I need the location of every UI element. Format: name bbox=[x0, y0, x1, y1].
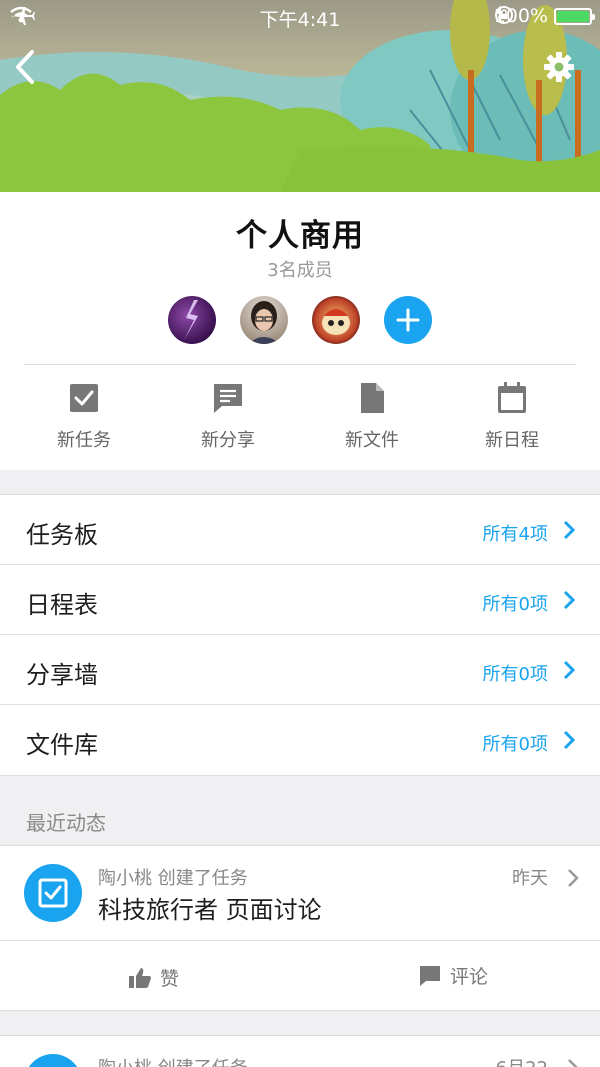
back-button[interactable] bbox=[8, 46, 44, 88]
avatar[interactable] bbox=[168, 296, 216, 344]
new-share-label: 新分享 bbox=[201, 430, 255, 451]
list-item-count: 所有0项 bbox=[482, 734, 548, 755]
list-item-label: 文件库 bbox=[26, 731, 98, 759]
lightning-image bbox=[184, 300, 198, 340]
list-item-label: 日程表 bbox=[26, 591, 98, 619]
new-task-label: 新任务 bbox=[57, 430, 111, 451]
list-item-count: 所有0项 bbox=[482, 664, 548, 685]
chevron-right-icon bbox=[568, 869, 579, 887]
add-member-button[interactable] bbox=[384, 296, 432, 344]
recent-activity-heading: 最近动态 bbox=[26, 811, 106, 835]
like-label: 赞 bbox=[160, 968, 180, 990]
task-check-icon bbox=[70, 384, 98, 412]
group-info-panel: 个人商用 3名成员 新任务 新分享 新文件 新日程 bbox=[0, 192, 600, 470]
task-badge bbox=[24, 864, 82, 922]
back-arrow-icon bbox=[16, 50, 34, 84]
like-button[interactable]: 赞 bbox=[128, 964, 179, 991]
comment-icon bbox=[420, 965, 440, 986]
chevron-right-icon bbox=[568, 1059, 578, 1067]
task-check-icon bbox=[38, 878, 68, 908]
member-count: 3名成员 bbox=[267, 260, 333, 281]
new-task-button[interactable]: 新任务 bbox=[24, 382, 144, 452]
divider bbox=[0, 940, 600, 941]
list-item-task-board[interactable]: 任务板 所有4项 bbox=[0, 495, 600, 565]
list-item-count: 所有4项 bbox=[482, 524, 548, 545]
calendar-icon bbox=[498, 382, 526, 413]
activity-meta: 陶小桃 创建了任务 bbox=[98, 868, 248, 889]
header-banner: 下午4:41 100% bbox=[0, 0, 600, 192]
thumbs-up-icon bbox=[129, 967, 151, 988]
task-badge bbox=[24, 1054, 82, 1067]
new-file-button[interactable]: 新文件 bbox=[312, 382, 432, 452]
new-share-button[interactable]: 新分享 bbox=[168, 382, 288, 452]
list-item-label: 任务板 bbox=[26, 521, 98, 549]
quick-actions: 新任务 新分享 新文件 新日程 bbox=[0, 382, 600, 462]
chevron-right-icon bbox=[563, 520, 576, 540]
avatar[interactable] bbox=[240, 296, 288, 344]
cat-figure-image bbox=[322, 309, 350, 335]
chevron-right-icon bbox=[563, 730, 576, 750]
gear-icon bbox=[544, 52, 574, 82]
list-item-label: 分享墙 bbox=[26, 661, 98, 689]
new-schedule-button[interactable]: 新日程 bbox=[452, 382, 572, 452]
list-item-share-wall[interactable]: 分享墙 所有0项 bbox=[0, 635, 600, 705]
activity-meta: 陶小桃 创建了任务 bbox=[98, 1054, 248, 1067]
chevron-right-icon bbox=[563, 590, 576, 610]
settings-button[interactable] bbox=[540, 48, 578, 86]
chevron-right-icon bbox=[563, 660, 576, 680]
new-schedule-label: 新日程 bbox=[485, 430, 539, 451]
charging-icon bbox=[494, 5, 503, 21]
activity-time: 昨天 bbox=[512, 868, 548, 889]
avatar[interactable] bbox=[312, 296, 360, 344]
list-item-file-library[interactable]: 文件库 所有0项 bbox=[0, 705, 600, 775]
comment-button[interactable]: 评论 bbox=[418, 962, 488, 989]
file-icon bbox=[361, 383, 384, 413]
list-item-schedule[interactable]: 日程表 所有0项 bbox=[0, 565, 600, 635]
battery-icon bbox=[554, 7, 595, 25]
activity-time: 6月22 bbox=[496, 1054, 548, 1067]
share-message-icon bbox=[214, 384, 242, 413]
member-avatars bbox=[168, 296, 432, 344]
activity-title: 科技旅行者 页面讨论 bbox=[98, 896, 322, 924]
divider bbox=[24, 364, 576, 365]
new-file-label: 新文件 bbox=[345, 430, 399, 451]
group-name: 个人商用 bbox=[236, 218, 364, 254]
module-list: 任务板 所有4项 日程表 所有0项 分享墙 所有0项 文件库 所有0项 bbox=[0, 494, 600, 776]
activity-card[interactable]: 陶小桃 创建了任务 6月22 bbox=[0, 1035, 600, 1067]
person-photo bbox=[248, 301, 280, 344]
comment-label: 评论 bbox=[450, 966, 489, 988]
activity-card[interactable]: 陶小桃 创建了任务 科技旅行者 页面讨论 昨天 赞 评论 bbox=[0, 845, 600, 1011]
plus-icon bbox=[396, 308, 420, 332]
status-bar: 下午4:41 100% bbox=[0, 0, 600, 34]
list-item-count: 所有0项 bbox=[482, 594, 548, 615]
